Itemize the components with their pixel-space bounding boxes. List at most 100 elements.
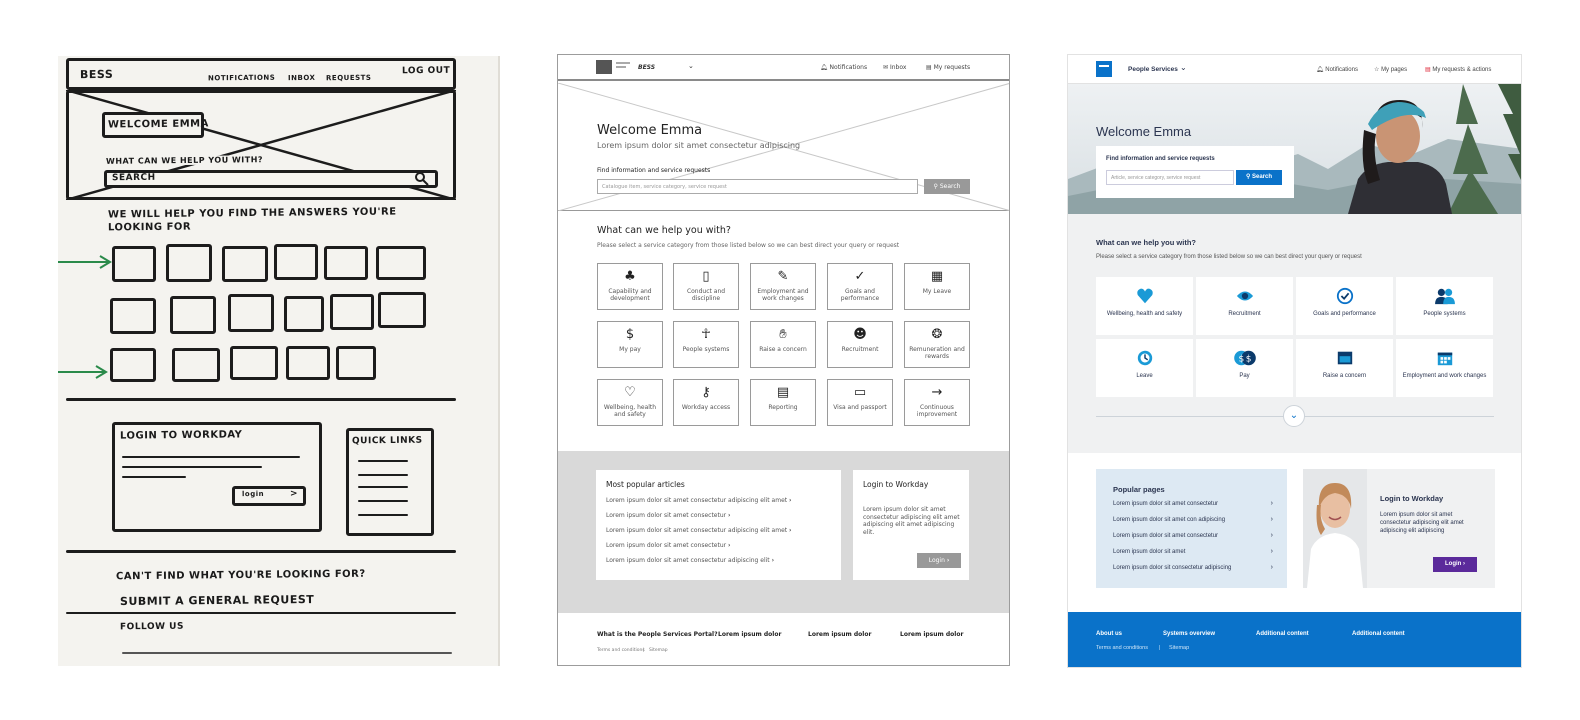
wire-footer-col[interactable]: Lorem ipsum dolor <box>808 631 871 638</box>
wire-brand-chevron-icon[interactable]: ⌄ <box>688 62 694 70</box>
wire-footer-col[interactable]: Lorem ipsum dolor <box>718 631 781 638</box>
hifi-popular-link[interactable]: Lorem ipsum dolor sit consectetur adipis… <box>1113 565 1231 571</box>
hifi-search-button[interactable]: ⚲ Search <box>1236 170 1282 185</box>
star-icon: ☆ <box>1374 67 1380 73</box>
sketch-question: WHAT CAN WE HELP YOU WITH? <box>105 155 264 166</box>
wire-tile[interactable]: ⚷ Workday access <box>673 379 739 426</box>
hifi-nav-requests[interactable]: ▤ My requests & actions <box>1425 66 1491 73</box>
hifi-popular-link[interactable]: Lorem ipsum dolor sit amet consectetur <box>1113 501 1218 507</box>
chevron-down-icon[interactable]: ⌄ <box>1283 405 1305 427</box>
chevron-right-icon: › <box>789 497 792 504</box>
wire-tile[interactable]: ♣ Capability and development <box>597 263 663 310</box>
wire-footer-link[interactable]: Terms and conditions <box>597 648 645 653</box>
hifi-tile-label: People systems <box>1423 311 1466 317</box>
hifi-login-text: Lorem ipsum dolor sit amet consectetur a… <box>1380 512 1464 534</box>
hifi-nav-pages-label: My pages <box>1381 67 1408 73</box>
wire-tile[interactable]: ✓ Goals and performance <box>827 263 893 310</box>
wire-tile[interactable]: ▭ Visa and passport <box>827 379 893 426</box>
wire-article-link[interactable]: Lorem ipsum dolor sit amet consectetur a… <box>606 527 792 534</box>
wire-article-link[interactable]: Lorem ipsum dolor sit amet consectetur a… <box>606 557 774 564</box>
wire-tile[interactable]: ▯ Conduct and discipline <box>673 263 739 310</box>
hifi-tile-label: Employment and work changes <box>1402 373 1487 379</box>
hifi-footer-link[interactable]: Sitemap <box>1169 645 1189 651</box>
sketch-tile <box>274 244 318 280</box>
hifi-popular-title: Popular pages <box>1113 485 1165 494</box>
sketch-login-btn-label: login <box>241 489 265 499</box>
sketch-tile <box>324 246 368 280</box>
sketch-tile <box>286 346 330 380</box>
wire-login-button[interactable]: Login › <box>917 553 961 568</box>
wire-article-label: Lorem ipsum dolor sit amet consectetur a… <box>606 557 770 564</box>
sketch-login-chevron-icon: > <box>289 488 299 500</box>
wire-footer-col[interactable]: Lorem ipsum dolor <box>900 631 963 638</box>
wire-tile[interactable]: $ My pay <box>597 321 663 368</box>
calendar-icon <box>1437 352 1452 366</box>
wire-tile-label: Workday access <box>681 404 731 411</box>
chevron-right-icon: › <box>1270 564 1273 571</box>
sketch-quicklink-line <box>358 486 408 488</box>
wire-nav-notifications[interactable]: 🔔︎ Notifications <box>820 64 867 71</box>
hifi-tile[interactable]: People systems <box>1396 277 1493 335</box>
wire-nav-requests[interactable]: ▤ My requests <box>926 64 970 71</box>
hifi-popular-link[interactable]: Lorem ipsum dolor sit amet con adipiscin… <box>1113 517 1225 523</box>
sketch-panel: BESS NOTIFICATIONS INBOX REQUESTS LOG OU… <box>58 56 500 666</box>
wire-tile[interactable]: ❂ Remuneration and rewards <box>904 321 970 368</box>
wire-tile[interactable]: → Continuous improvement <box>904 379 970 426</box>
wire-nav-inbox[interactable]: ✉ Inbox <box>883 64 906 71</box>
svg-text:$: $ <box>1245 355 1251 365</box>
wire-tile[interactable]: ♡ Wellbeing, health and safety <box>597 379 663 426</box>
sketch-quicklink-line <box>358 514 408 516</box>
hifi-logo-mark <box>1099 65 1109 67</box>
hifi-tile[interactable]: Recruitment <box>1196 277 1293 335</box>
wire-find-label: Find information and service requests <box>597 167 711 174</box>
hifi-footer-link[interactable]: Terms and conditions <box>1096 645 1148 651</box>
chevron-right-icon: › <box>1463 561 1465 567</box>
hifi-login-title: Login to Workday <box>1380 494 1444 503</box>
wire-tile[interactable]: ▤ Reporting <box>750 379 816 426</box>
sketch-divider <box>66 550 456 553</box>
wire-footer-col[interactable]: What is the People Services Portal? <box>597 631 718 638</box>
hifi-popular-link[interactable]: Lorem ipsum dolor sit amet <box>1113 549 1185 555</box>
heart-icon: ♡ <box>624 385 636 400</box>
hifi-brand[interactable]: People Services <box>1128 66 1178 73</box>
hifi-footer-col[interactable]: Systems overview <box>1163 631 1215 637</box>
hifi-footer-col[interactable]: About us <box>1096 631 1122 637</box>
hifi-login-button[interactable]: Login › <box>1433 557 1477 572</box>
wire-article-label: Lorem ipsum dolor sit amet consectetur a… <box>606 497 788 504</box>
hifi-nav-pages[interactable]: ☆ My pages <box>1374 66 1407 73</box>
hifi-logo[interactable] <box>1096 61 1112 77</box>
sketch-search-icon <box>415 172 429 186</box>
hifi-tile[interactable]: $ $ Pay <box>1196 339 1293 397</box>
wire-article-link[interactable]: Lorem ipsum dolor sit amet consectetur a… <box>606 497 792 504</box>
wire-tile[interactable]: ▦ My Leave <box>904 263 970 310</box>
hifi-footer-col[interactable]: Additional content <box>1256 631 1309 637</box>
hifi-tile-label: Recruitment <box>1228 311 1261 317</box>
hifi-tile-label: Goals and performance <box>1313 311 1376 317</box>
hifi-find-label: Find information and service requests <box>1106 156 1215 162</box>
wire-search-input[interactable]: Catalogue item, service category, servic… <box>597 179 918 194</box>
hifi-tile[interactable]: Goals and performance <box>1296 277 1393 335</box>
hifi-popular-link[interactable]: Lorem ipsum dolor sit amet consectetur <box>1113 533 1218 539</box>
wire-article-link[interactable]: Lorem ipsum dolor sit amet consectetur › <box>606 512 731 519</box>
person-icon: ☥ <box>701 327 711 342</box>
wire-tile[interactable]: ☻ Recruitment <box>827 321 893 368</box>
wire-footer-link[interactable]: Sitemap <box>649 648 668 653</box>
hifi-tile[interactable]: Wellbeing, health and safety <box>1096 277 1193 335</box>
wire-search-button[interactable]: ⚲ Search <box>924 179 970 194</box>
hifi-brand-chevron-icon[interactable]: ⌄ <box>1180 63 1187 72</box>
hifi-tile[interactable]: Raise a concern <box>1296 339 1393 397</box>
hifi-footer-col[interactable]: Additional content <box>1352 631 1405 637</box>
wire-article-link[interactable]: Lorem ipsum dolor sit amet consectetur › <box>606 542 731 549</box>
hifi-tile-label: Pay <box>1239 373 1250 379</box>
wire-tile[interactable]: ✎ Employment and work changes <box>750 263 816 310</box>
hifi-tile[interactable]: Leave <box>1096 339 1193 397</box>
wire-tile[interactable]: ✋︎ Raise a concern <box>750 321 816 368</box>
hifi-search-input[interactable]: Article, service category, service reque… <box>1106 170 1234 185</box>
check-circle-icon: ✓ <box>854 269 866 284</box>
hifi-nav-notifications[interactable]: 🔔︎ Notifications <box>1316 66 1358 73</box>
hifi-search-placeholder: Article, service category, service reque… <box>1111 175 1201 181</box>
hifi-tile[interactable]: Employment and work changes <box>1396 339 1493 397</box>
wire-tile-label: My Leave <box>922 288 952 295</box>
sketch-tile <box>172 348 220 382</box>
wire-tile[interactable]: ☥ People systems <box>673 321 739 368</box>
